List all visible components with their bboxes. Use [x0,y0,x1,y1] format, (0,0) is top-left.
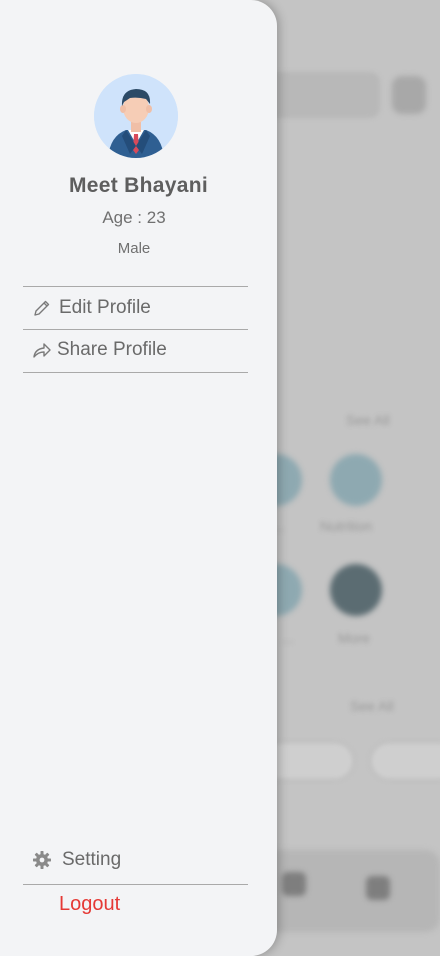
background-pill [370,742,440,780]
background-nav-icon [282,872,306,896]
background-label: ... [282,630,294,646]
menu-divider [23,372,248,373]
edit-profile-label: Edit Profile [59,297,151,318]
background-search-bar [262,72,380,118]
edit-profile-button[interactable]: Edit Profile [23,288,248,328]
profile-name: Meet Bhayani [69,174,208,197]
navigation-drawer: Meet Bhayani Age : 23 Male Edit Profile … [0,0,277,956]
avatar-person-icon [94,74,178,158]
background-category-icon [330,564,382,616]
share-icon [31,339,53,361]
background-label: More [338,630,370,646]
menu-divider [23,286,248,287]
background-lock-icon [392,76,426,114]
background-label: See All [346,412,390,428]
menu-divider [23,884,248,885]
background-category-icon [330,454,382,506]
share-profile-button[interactable]: Share Profile [23,330,248,370]
share-profile-label: Share Profile [57,339,167,360]
avatar[interactable] [94,74,178,158]
profile-age: Age : 23 [102,208,166,227]
profile-gender: Male [117,240,151,257]
background-label: Nutrition [320,518,373,534]
setting-button[interactable]: Setting [23,840,248,880]
setting-label: Setting [62,849,122,870]
logout-button[interactable]: Logout [59,893,120,916]
background-nav-icon [366,876,390,900]
background-label: See All [350,698,394,714]
gear-icon [31,849,53,871]
pencil-icon [31,297,53,319]
